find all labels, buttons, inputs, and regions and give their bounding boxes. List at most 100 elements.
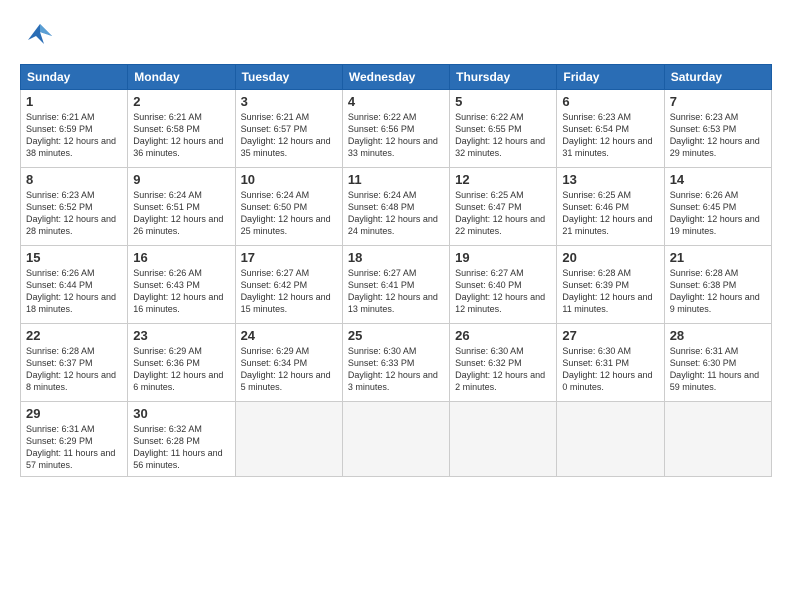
- day-info: Sunrise: 6:31 AMSunset: 6:30 PMDaylight:…: [670, 345, 766, 394]
- day-info: Sunrise: 6:26 AMSunset: 6:44 PMDaylight:…: [26, 267, 122, 316]
- day-number: 28: [670, 328, 766, 343]
- calendar-cell: 3Sunrise: 6:21 AMSunset: 6:57 PMDaylight…: [235, 90, 342, 168]
- calendar-cell: 14Sunrise: 6:26 AMSunset: 6:45 PMDayligh…: [664, 168, 771, 246]
- calendar-cell: 21Sunrise: 6:28 AMSunset: 6:38 PMDayligh…: [664, 246, 771, 324]
- day-number: 23: [133, 328, 229, 343]
- calendar-cell: 18Sunrise: 6:27 AMSunset: 6:41 PMDayligh…: [342, 246, 449, 324]
- day-number: 25: [348, 328, 444, 343]
- day-info: Sunrise: 6:26 AMSunset: 6:43 PMDaylight:…: [133, 267, 229, 316]
- calendar-header-row: Sunday Monday Tuesday Wednesday Thursday…: [21, 65, 772, 90]
- day-info: Sunrise: 6:28 AMSunset: 6:37 PMDaylight:…: [26, 345, 122, 394]
- day-info: Sunrise: 6:22 AMSunset: 6:55 PMDaylight:…: [455, 111, 551, 160]
- calendar-cell: 30 Sunrise: 6:32 AMSunset: 6:28 PMDayligh…: [128, 402, 235, 477]
- calendar-cell: 19 Sunrise: 6:27 AMSunset: 6:40 PMDayligh…: [450, 246, 557, 324]
- calendar-cell: 15 Sunrise: 6:26 AMSunset: 6:44 PMDayligh…: [21, 246, 128, 324]
- calendar-week-row: 15 Sunrise: 6:26 AMSunset: 6:44 PMDayligh…: [21, 246, 772, 324]
- day-info: Sunrise: 6:31 AMSunset: 6:29 PMDaylight:…: [26, 423, 122, 472]
- day-info: Sunrise: 6:23 AMSunset: 6:54 PMDaylight:…: [562, 111, 658, 160]
- day-number: 9: [133, 172, 229, 187]
- calendar-cell: 13Sunrise: 6:25 AMSunset: 6:46 PMDayligh…: [557, 168, 664, 246]
- day-info: Sunrise: 6:27 AMSunset: 6:40 PMDaylight:…: [455, 267, 551, 316]
- calendar-cell: 8 Sunrise: 6:23 AMSunset: 6:52 PMDaylight…: [21, 168, 128, 246]
- day-number: 29: [26, 406, 122, 421]
- day-number: 1: [26, 94, 122, 109]
- day-info: Sunrise: 6:22 AMSunset: 6:56 PMDaylight:…: [348, 111, 444, 160]
- calendar-cell: 29 Sunrise: 6:31 AMSunset: 6:29 PMDayligh…: [21, 402, 128, 477]
- day-info: Sunrise: 6:24 AMSunset: 6:48 PMDaylight:…: [348, 189, 444, 238]
- calendar-cell: 6 Sunrise: 6:23 AMSunset: 6:54 PMDaylight…: [557, 90, 664, 168]
- calendar-cell: 23 Sunrise: 6:29 AMSunset: 6:36 PMDayligh…: [128, 324, 235, 402]
- calendar-week-row: 1 Sunrise: 6:21 AMSunset: 6:59 PMDaylight…: [21, 90, 772, 168]
- calendar-week-row: 22Sunrise: 6:28 AMSunset: 6:37 PMDayligh…: [21, 324, 772, 402]
- calendar-cell: [664, 402, 771, 477]
- calendar-cell: 26 Sunrise: 6:30 AMSunset: 6:32 PMDayligh…: [450, 324, 557, 402]
- calendar-cell: 2 Sunrise: 6:21 AMSunset: 6:58 PMDaylight…: [128, 90, 235, 168]
- day-number: 6: [562, 94, 658, 109]
- day-number: 5: [455, 94, 551, 109]
- day-info: Sunrise: 6:28 AMSunset: 6:39 PMDaylight:…: [562, 267, 658, 316]
- day-info: Sunrise: 6:23 AMSunset: 6:52 PMDaylight:…: [26, 189, 122, 238]
- calendar-week-row: 8 Sunrise: 6:23 AMSunset: 6:52 PMDaylight…: [21, 168, 772, 246]
- day-number: 30: [133, 406, 229, 421]
- day-info: Sunrise: 6:30 AMSunset: 6:32 PMDaylight:…: [455, 345, 551, 394]
- calendar-cell: [235, 402, 342, 477]
- calendar-cell: 10 Sunrise: 6:24 AMSunset: 6:50 PMDayligh…: [235, 168, 342, 246]
- calendar-cell: 16 Sunrise: 6:26 AMSunset: 6:43 PMDayligh…: [128, 246, 235, 324]
- col-saturday: Saturday: [664, 65, 771, 90]
- day-number: 20: [562, 250, 658, 265]
- calendar-cell: [342, 402, 449, 477]
- day-info: Sunrise: 6:29 AMSunset: 6:34 PMDaylight:…: [241, 345, 337, 394]
- day-info: Sunrise: 6:25 AMSunset: 6:46 PMDaylight:…: [562, 189, 658, 238]
- calendar-cell: 11 Sunrise: 6:24 AMSunset: 6:48 PMDayligh…: [342, 168, 449, 246]
- day-number: 19: [455, 250, 551, 265]
- col-wednesday: Wednesday: [342, 65, 449, 90]
- col-thursday: Thursday: [450, 65, 557, 90]
- day-number: 16: [133, 250, 229, 265]
- calendar-cell: 25Sunrise: 6:30 AMSunset: 6:33 PMDayligh…: [342, 324, 449, 402]
- day-number: 26: [455, 328, 551, 343]
- calendar-cell: 20 Sunrise: 6:28 AMSunset: 6:39 PMDayligh…: [557, 246, 664, 324]
- day-info: Sunrise: 6:24 AMSunset: 6:51 PMDaylight:…: [133, 189, 229, 238]
- day-number: 17: [241, 250, 337, 265]
- col-tuesday: Tuesday: [235, 65, 342, 90]
- calendar-table: Sunday Monday Tuesday Wednesday Thursday…: [20, 64, 772, 477]
- day-info: Sunrise: 6:21 AMSunset: 6:58 PMDaylight:…: [133, 111, 229, 160]
- day-number: 7: [670, 94, 766, 109]
- day-info: Sunrise: 6:29 AMSunset: 6:36 PMDaylight:…: [133, 345, 229, 394]
- day-number: 14: [670, 172, 766, 187]
- calendar-cell: 7Sunrise: 6:23 AMSunset: 6:53 PMDaylight…: [664, 90, 771, 168]
- day-number: 8: [26, 172, 122, 187]
- calendar-cell: [557, 402, 664, 477]
- day-number: 4: [348, 94, 444, 109]
- day-info: Sunrise: 6:21 AMSunset: 6:59 PMDaylight:…: [26, 111, 122, 160]
- day-number: 12: [455, 172, 551, 187]
- calendar-cell: 24 Sunrise: 6:29 AMSunset: 6:34 PMDayligh…: [235, 324, 342, 402]
- calendar-cell: [450, 402, 557, 477]
- calendar-cell: 4 Sunrise: 6:22 AMSunset: 6:56 PMDaylight…: [342, 90, 449, 168]
- col-sunday: Sunday: [21, 65, 128, 90]
- calendar-cell: 12 Sunrise: 6:25 AMSunset: 6:47 PMDayligh…: [450, 168, 557, 246]
- page: Sunday Monday Tuesday Wednesday Thursday…: [0, 0, 792, 612]
- day-number: 27: [562, 328, 658, 343]
- day-info: Sunrise: 6:27 AMSunset: 6:42 PMDaylight:…: [241, 267, 337, 316]
- col-monday: Monday: [128, 65, 235, 90]
- logo: [20, 20, 56, 52]
- day-number: 2: [133, 94, 229, 109]
- calendar-cell: 5 Sunrise: 6:22 AMSunset: 6:55 PMDaylight…: [450, 90, 557, 168]
- day-info: Sunrise: 6:30 AMSunset: 6:31 PMDaylight:…: [562, 345, 658, 394]
- day-number: 24: [241, 328, 337, 343]
- day-info: Sunrise: 6:25 AMSunset: 6:47 PMDaylight:…: [455, 189, 551, 238]
- day-info: Sunrise: 6:24 AMSunset: 6:50 PMDaylight:…: [241, 189, 337, 238]
- calendar-cell: 17 Sunrise: 6:27 AMSunset: 6:42 PMDayligh…: [235, 246, 342, 324]
- logo-bird-icon: [24, 20, 56, 52]
- day-number: 18: [348, 250, 444, 265]
- day-number: 11: [348, 172, 444, 187]
- day-info: Sunrise: 6:28 AMSunset: 6:38 PMDaylight:…: [670, 267, 766, 316]
- day-info: Sunrise: 6:32 AMSunset: 6:28 PMDaylight:…: [133, 423, 229, 472]
- day-number: 10: [241, 172, 337, 187]
- calendar-cell: 27 Sunrise: 6:30 AMSunset: 6:31 PMDayligh…: [557, 324, 664, 402]
- calendar-cell: 22Sunrise: 6:28 AMSunset: 6:37 PMDayligh…: [21, 324, 128, 402]
- calendar-cell: 1 Sunrise: 6:21 AMSunset: 6:59 PMDaylight…: [21, 90, 128, 168]
- day-number: 15: [26, 250, 122, 265]
- col-friday: Friday: [557, 65, 664, 90]
